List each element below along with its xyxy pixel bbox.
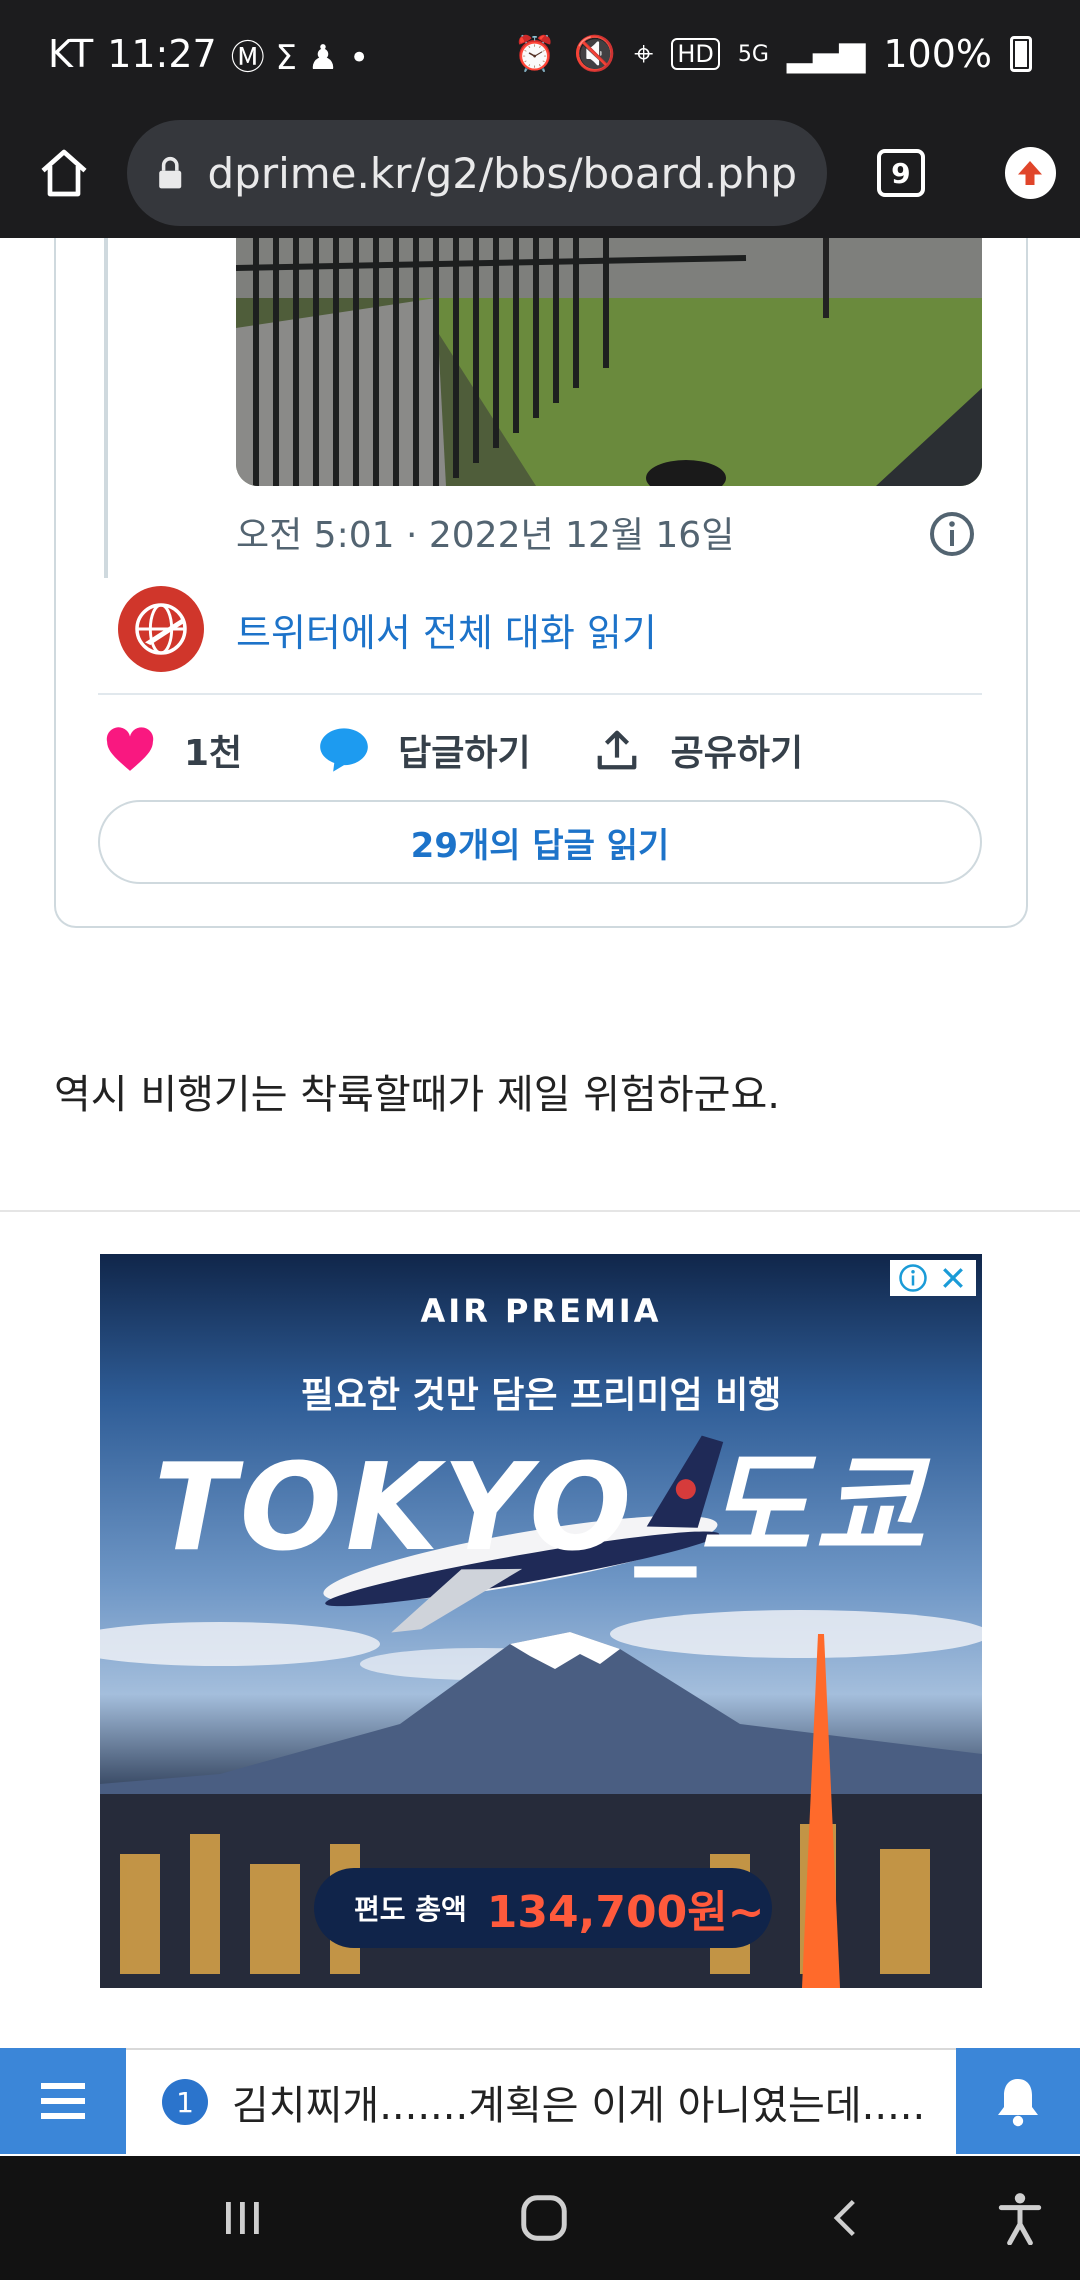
notice-ticker[interactable]: 1 김치찌개.......계획은 이게 아니였는데.....: [126, 2048, 956, 2154]
reply-label: 답글하기: [398, 733, 531, 774]
tab-switcher-button[interactable]: 9: [877, 149, 925, 197]
scroll-up-button[interactable]: [1004, 147, 1056, 199]
ad-price-label: 편도 총액: [354, 1893, 467, 1926]
battery-icon: [1010, 36, 1032, 72]
tweet-divider: [98, 693, 982, 695]
home-nav-icon: [521, 2195, 567, 2241]
tweet-photo[interactable]: [236, 238, 982, 486]
location-icon: ⌖: [634, 34, 654, 74]
home-button[interactable]: [24, 133, 103, 213]
read-conversation-link[interactable]: 트위터에서 전체 대화 읽기: [236, 602, 657, 657]
accessibility-icon: [998, 2193, 1042, 2245]
bottom-notice-bar: 1 김치찌개.......계획은 이게 아니였는데.....: [0, 2048, 1080, 2154]
ad-badges: [890, 1260, 976, 1296]
tweet-timestamp[interactable]: 오전 5:01 · 2022년 12월 16일: [236, 506, 734, 558]
status-bar: KT 11:27 Ⓜ Σ ♟ • ⏰ 🔇 ⌖ HD 5G ▂▄▆ 100%: [0, 0, 1080, 108]
thread-line: [104, 238, 108, 578]
reply-button[interactable]: 답글하기: [318, 724, 531, 776]
hd-icon: HD: [671, 38, 720, 70]
like-count: 1천: [184, 733, 243, 774]
globe-plane-icon: [135, 603, 187, 655]
browser-toolbar: dprime.kr/g2/bbs/board.php 9: [0, 108, 1080, 238]
recents-icon: [226, 2202, 259, 2234]
url-bar[interactable]: dprime.kr/g2/bbs/board.php: [127, 120, 828, 226]
ad-info-icon[interactable]: [898, 1263, 928, 1293]
like-button[interactable]: 1천: [104, 724, 242, 776]
share-label: 공유하기: [670, 733, 804, 774]
home-icon: [40, 149, 87, 197]
ad-close-icon[interactable]: [938, 1263, 968, 1293]
heart-icon: [106, 727, 154, 771]
recents-button[interactable]: [210, 2186, 274, 2250]
app-notification-icon: Ⓜ Σ ♟ •: [230, 37, 370, 78]
read-replies-button[interactable]: 29개의 답글 읽기: [98, 800, 982, 884]
home-nav-button[interactable]: [512, 2186, 576, 2250]
notification-button[interactable]: [956, 2048, 1080, 2154]
signal-icon: ▂▄▆: [786, 34, 866, 74]
share-icon: [597, 730, 637, 770]
lock-icon: [159, 156, 182, 189]
post-body: 역시 비행기는 착륙할때가 제일 위험하군요.: [54, 1072, 780, 1118]
accessibility-button[interactable]: [988, 2186, 1052, 2250]
clock: 11:27: [107, 32, 217, 76]
network-label: 5G: [737, 41, 769, 67]
ad-brand-logo: AIR PREMIA: [420, 1292, 662, 1330]
ad-price-pill: 편도 총액 134,700원~: [314, 1868, 772, 1948]
share-button[interactable]: 공유하기: [591, 724, 803, 776]
notice-number: 1: [162, 2079, 208, 2125]
speech-bubble-icon: [320, 728, 369, 772]
menu-button[interactable]: [0, 2048, 126, 2154]
fence-photo: [236, 238, 982, 486]
ad-price-value: 134,700원~: [486, 1887, 765, 1938]
back-icon: [833, 2199, 855, 2237]
notice-text: 김치찌개.......계획은 이게 아니였는데.....: [232, 2083, 922, 2129]
arrow-up-icon: [1018, 161, 1043, 185]
carrier-label: KT: [48, 32, 94, 76]
bell-icon: [998, 2079, 1038, 2127]
url-text: dprime.kr/g2/bbs/board.php: [207, 148, 798, 198]
mute-icon: 🔇: [573, 34, 617, 74]
alarm-icon: ⏰: [513, 34, 556, 74]
system-nav-bar: [0, 2156, 1080, 2280]
battery-percent: 100%: [883, 32, 992, 76]
hamburger-icon: [41, 2083, 85, 2119]
advertisement-banner[interactable]: AIR PREMIA 필요한 것만 담은 프리미엄 비행 TOKYO_도쿄 편도…: [100, 1254, 982, 1988]
section-divider: [0, 1210, 1080, 1212]
back-button[interactable]: [814, 2186, 878, 2250]
info-icon[interactable]: [928, 510, 976, 558]
avatar[interactable]: [118, 586, 204, 672]
tweet-actions: 1천 답글하기 공유하기: [104, 720, 803, 780]
ad-destination: TOKYO_도쿄: [153, 1439, 929, 1578]
